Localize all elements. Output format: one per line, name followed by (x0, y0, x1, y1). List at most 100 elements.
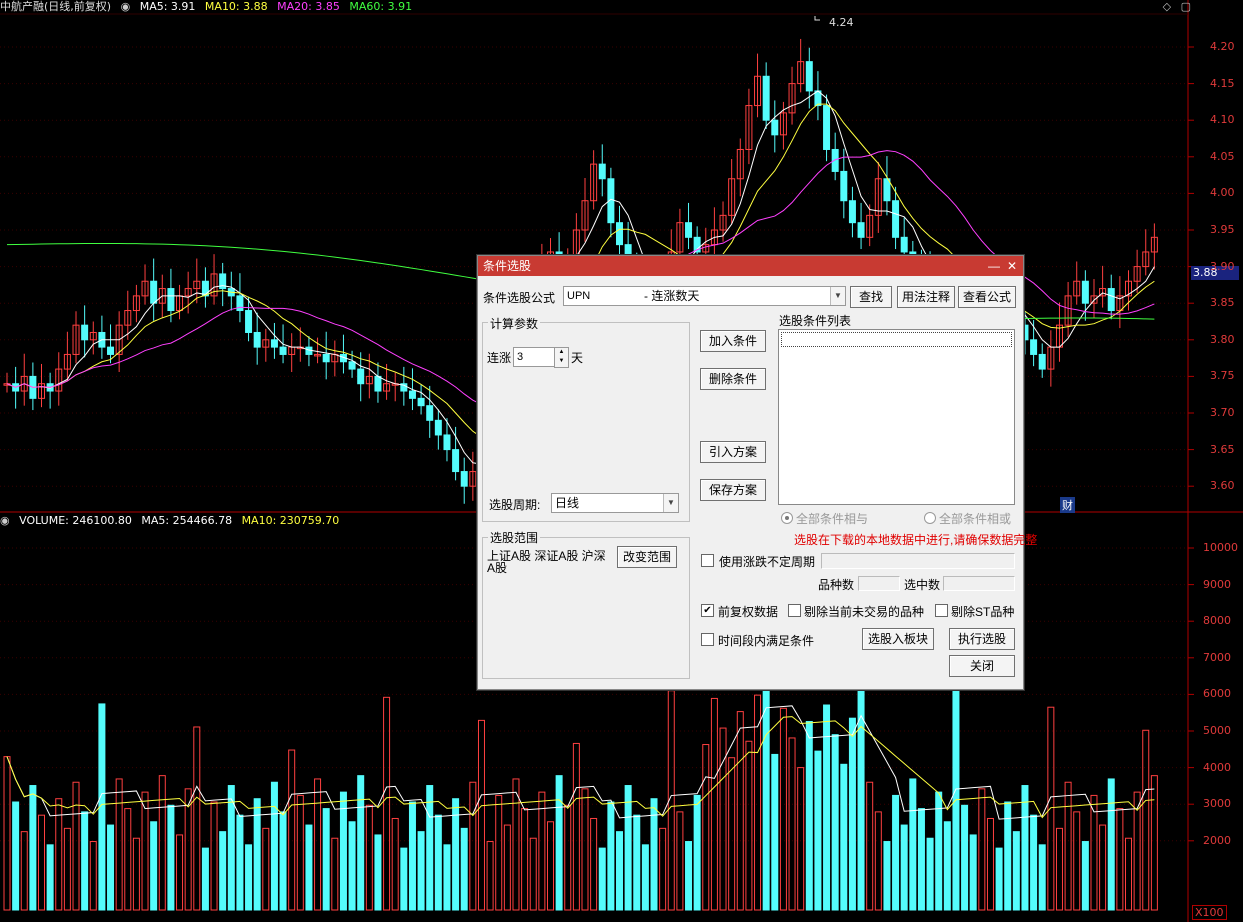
volume-bar (512, 778, 520, 911)
execute-button[interactable]: 执行选股 (949, 628, 1015, 650)
close-button[interactable]: 关闭 (949, 655, 1015, 677)
chart-window-controls: ◇ ▢ (1163, 0, 1191, 13)
chevron-down-icon[interactable]: ▼ (830, 287, 845, 305)
volume-bar (1047, 706, 1055, 911)
exclude-st-checkbox[interactable] (935, 604, 948, 617)
param-unit: 天 (571, 351, 584, 365)
volume-bar (270, 781, 278, 911)
settings-icon[interactable]: ◉ (0, 514, 10, 527)
usage-notes-button[interactable]: 用法注释 (897, 286, 955, 308)
delete-condition-button[interactable]: 删除条件 (700, 368, 766, 390)
range-group-title: 选股范围 (488, 529, 541, 546)
condition-list[interactable] (778, 329, 1015, 505)
volume-header: ◉ VOLUME: 246100.80 MA5: 254466.78 MA10:… (0, 514, 345, 528)
period-satisfy-checkbox[interactable] (701, 633, 714, 646)
candle-body (270, 339, 278, 348)
volume-bar (581, 788, 589, 911)
volume-bar (1012, 831, 1020, 911)
volume-bar (3, 756, 11, 911)
volume-value: VOLUME: 246100.80 (19, 514, 132, 527)
volume-bar (210, 801, 218, 911)
ma10-value: MA10: 3.88 (204, 0, 268, 13)
volume-bar (572, 742, 580, 911)
volume-bar (331, 837, 339, 911)
volume-unit: X100 (1192, 905, 1227, 920)
volume-bar (529, 837, 537, 911)
volume-bar (20, 831, 28, 911)
fq-data-checkbox[interactable]: ✔ (701, 604, 714, 617)
close-icon[interactable]: ✕ (1005, 256, 1019, 276)
restore-icon[interactable]: ▢ (1181, 0, 1191, 13)
dialog-titlebar[interactable]: 条件选股 — ✕ (478, 256, 1023, 276)
radio-or[interactable] (924, 512, 936, 524)
formula-combo[interactable]: UPN - 连涨数天 ▼ (563, 286, 846, 306)
volume-tick: 4000 (1203, 760, 1231, 774)
volume-tick: 10000 (1203, 541, 1238, 554)
param-stepper[interactable]: ▲ ▼ (554, 347, 569, 368)
param-input[interactable]: 3 (513, 347, 556, 367)
volume-bar (124, 808, 132, 911)
volume-bar (417, 831, 425, 911)
variable-period-label: 使用涨跌不定周期 (719, 555, 816, 569)
price-tick: 3.60 (1210, 479, 1235, 493)
view-formula-button[interactable]: 查看公式 (958, 286, 1016, 308)
candle-body (1038, 353, 1046, 370)
finance-marker[interactable]: 财 (1060, 497, 1075, 513)
volume-bar (296, 794, 304, 911)
minimize-icon[interactable]: — (987, 256, 1001, 276)
volume-bar (892, 794, 900, 911)
volume-bar (978, 788, 986, 911)
candle-body (1081, 280, 1089, 304)
exclude-untraded-label: 剔除当前未交易的品种 (804, 605, 925, 619)
volume-bar (555, 775, 563, 911)
ma-toggle-icon[interactable]: ◉ (121, 0, 131, 13)
volume-bar (823, 704, 831, 911)
period-value: 日线 (555, 496, 580, 510)
search-button[interactable]: 查找 (850, 286, 892, 308)
volume-bar (719, 727, 727, 911)
volume-bar (926, 837, 934, 911)
volume-bar (434, 814, 442, 911)
volume-bar (132, 837, 140, 911)
price-tick: 3.70 (1210, 406, 1235, 419)
import-plan-button[interactable]: 引入方案 (700, 441, 766, 463)
volume-bar (840, 763, 848, 911)
diamond-icon[interactable]: ◇ (1163, 0, 1171, 13)
volume-bar (788, 737, 796, 911)
condition-list-selection[interactable] (781, 332, 1012, 347)
candle-body (805, 61, 813, 92)
radio-and[interactable] (781, 512, 793, 524)
volume-bar (46, 844, 54, 911)
chevron-down-icon[interactable]: ▼ (663, 494, 678, 512)
period-select[interactable]: 日线 ▼ (551, 493, 679, 513)
variable-period-checkbox[interactable] (701, 554, 714, 567)
volume-tick: 3000 (1203, 797, 1231, 811)
add-condition-button[interactable]: 加入条件 (700, 330, 766, 352)
candle-body (685, 222, 693, 238)
peak-price-label: 4.24 (829, 16, 854, 29)
exclude-untraded-checkbox[interactable] (788, 604, 801, 617)
volume-bar (322, 808, 330, 911)
volume-bar (1124, 837, 1132, 911)
candle-body (408, 390, 416, 399)
volume-ma5-line (6, 705, 1155, 820)
volume-bar (460, 827, 468, 911)
volume-bar (883, 841, 891, 911)
volume-bar (943, 821, 951, 911)
volume-bar (538, 791, 546, 911)
volume-bar (607, 801, 615, 911)
candle-body (598, 163, 606, 180)
change-range-button[interactable]: 改变范围 (617, 546, 677, 568)
volume-bar (426, 785, 434, 911)
ma20-value: MA20: 3.85 (277, 0, 340, 13)
candle-body (848, 200, 856, 224)
volume-bar (745, 740, 753, 911)
save-plan-button[interactable]: 保存方案 (700, 479, 766, 501)
count-label: 品种数 (818, 578, 855, 592)
candle-body (831, 148, 839, 172)
volume-tick: 6000 (1203, 687, 1231, 701)
candle-body (322, 353, 330, 363)
candle-body (762, 75, 770, 121)
param-label: 连涨 (487, 351, 512, 365)
to-block-button[interactable]: 选股入板块 (862, 628, 934, 650)
